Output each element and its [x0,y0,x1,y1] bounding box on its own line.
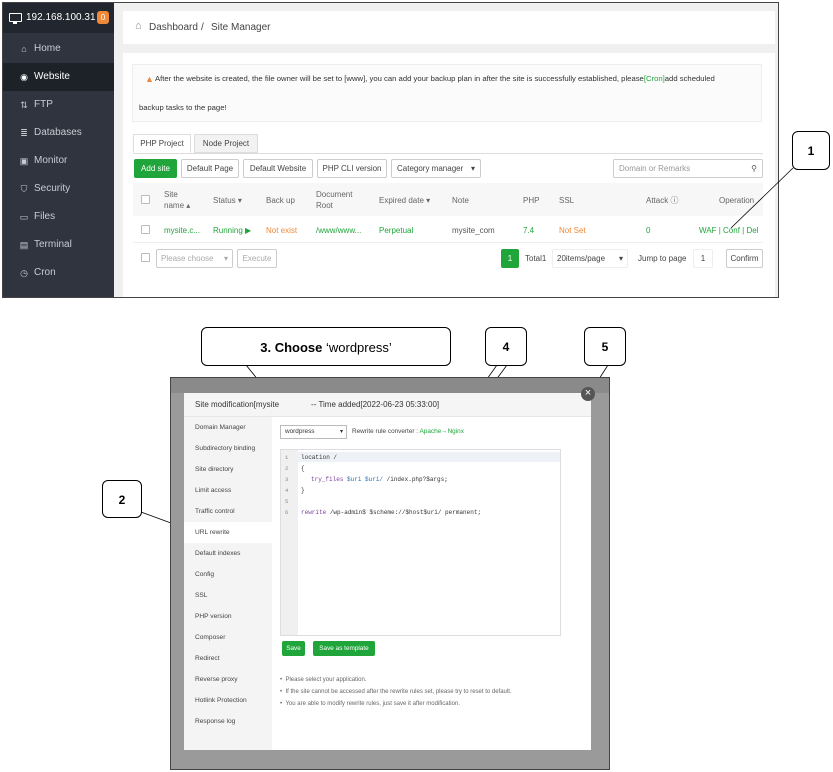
menu-url-rewrite[interactable]: URL rewrite [184,522,272,543]
callout-5: 5 [584,327,626,366]
tip-2: • If the site cannot be accessed after t… [280,689,512,695]
rewrite-code-editor[interactable]: 1 2 3 4 5 6 location / { try_files $uri … [280,449,561,636]
save-button[interactable]: Save [282,641,305,656]
code-line-4: } [301,487,305,494]
menu-site-directory[interactable]: Site directory [184,459,272,480]
menu-hotlink-protection[interactable]: Hotlink Protection [184,690,272,711]
menu-traffic-control[interactable]: Traffic control [184,501,272,522]
menu-response-log[interactable]: Response log [184,711,272,732]
dialog-title: Site modification[mysite -- Time added[20… [184,393,591,417]
menu-subdirectory-binding[interactable]: Subdirectory binding [184,438,272,459]
tip-3: • You are able to modify rewrite rules, … [280,701,460,707]
background-overlay [171,378,609,393]
callout-3: 3. Choose ‘wordpress’ [201,327,451,366]
site-modification-dialog: Site modification[mysite -- Time added[20… [184,393,591,750]
rewrite-converter: Rewrite rule converter : Apache→Nginx [352,428,464,435]
callout-4: 4 [485,327,527,366]
tip-1: • Please select your application. [280,677,367,683]
apache-nginx-link[interactable]: Apache→Nginx [420,428,464,435]
callout-1: 1 [792,131,830,170]
url-rewrite-panel: wordpress ▾ Rewrite rule converter : Apac… [272,417,591,750]
code-line-2: { [301,465,305,472]
menu-php-version[interactable]: PHP version [184,606,272,627]
code-line-3: try_files $uri $uri/ /index.php?$args; [311,476,448,483]
close-icon[interactable]: × [581,387,595,401]
menu-redirect[interactable]: Redirect [184,648,272,669]
code-line-1: location / [301,454,338,461]
active-line-highlight [298,452,560,462]
menu-config[interactable]: Config [184,564,272,585]
rewrite-template-select[interactable]: wordpress ▾ [280,425,347,439]
site-modification-screenshot: Site modification[mysite -- Time added[20… [170,377,610,770]
line-number-gutter: 1 2 3 4 5 6 [281,450,298,635]
code-line-6: rewrite /wp-admin$ $scheme://$host$uri/ … [301,509,482,516]
menu-domain-manager[interactable]: Domain Manager [184,417,272,438]
menu-limit-access[interactable]: Limit access [184,480,272,501]
caret-down-icon: ▾ [339,429,343,435]
menu-composer[interactable]: Composer [184,627,272,648]
menu-default-indexes[interactable]: Default indexes [184,543,272,564]
menu-reverse-proxy[interactable]: Reverse proxy [184,669,272,690]
save-as-template-button[interactable]: Save as template [313,641,375,656]
dialog-menu: Domain Manager Subdirectory binding Site… [184,417,272,750]
callout-2: 2 [102,480,142,518]
menu-ssl[interactable]: SSL [184,585,272,606]
